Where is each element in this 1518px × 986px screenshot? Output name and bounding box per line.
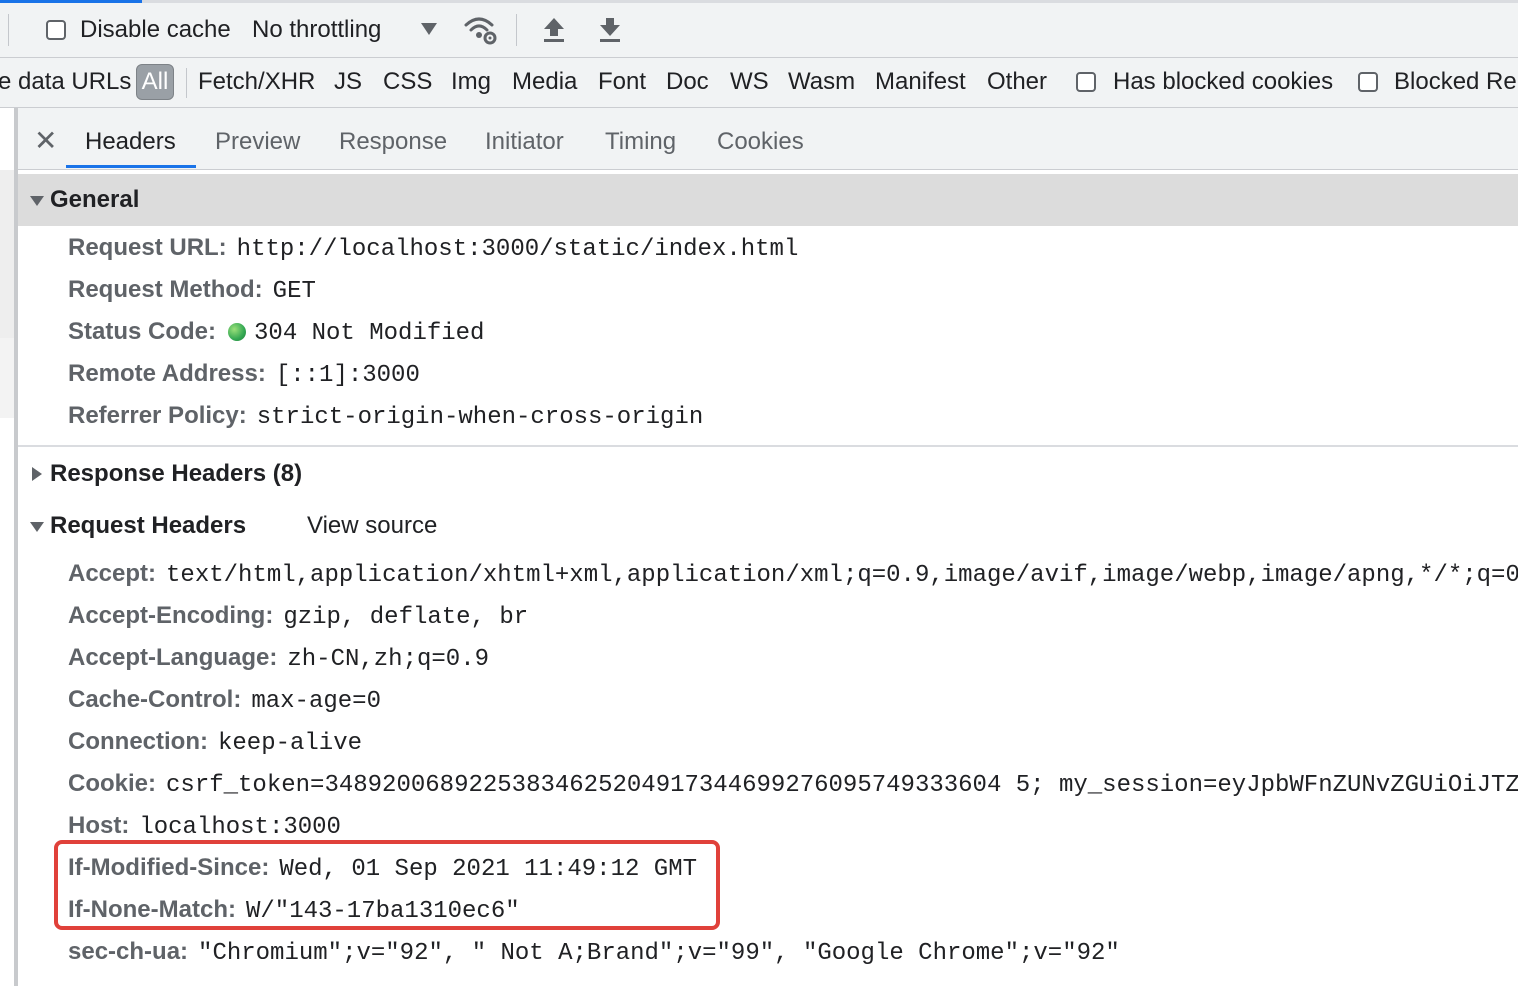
panel-tab-indicator (0, 0, 1518, 3)
filter-type-fetch-xhr[interactable]: Fetch/XHR (198, 68, 315, 96)
filter-type-ws[interactable]: WS (730, 68, 769, 96)
view-source-link[interactable]: View source (307, 512, 437, 540)
general-row-request-url: Request URL: http://localhost:3000/static… (68, 234, 799, 263)
general-row-status-code: Status Code: 304 Not Modified (68, 318, 485, 347)
tab-response[interactable]: Response (339, 128, 447, 156)
filter-type-manifest[interactable]: Manifest (875, 68, 966, 96)
toolbar-separator (516, 14, 517, 46)
request-headers-title[interactable]: Request Headers (50, 512, 246, 540)
filter-type-img[interactable]: Img (451, 68, 491, 96)
request-list-edge (0, 108, 14, 986)
request-header-row: Cache-Control: max-age=0 (68, 686, 381, 715)
request-header-row: Accept-Encoding: gzip, deflate, br (68, 602, 529, 631)
tab-headers[interactable]: Headers (85, 128, 176, 156)
general-row-referrer-policy: Referrer Policy: strict-origin-when-cross… (68, 402, 704, 431)
tab-preview[interactable]: Preview (215, 128, 300, 156)
filter-type-js[interactable]: JS (334, 68, 362, 96)
filter-type-all[interactable]: All (136, 64, 174, 100)
blocked-requests-label[interactable]: Blocked Re (1394, 68, 1517, 96)
import-har-upload-icon[interactable] (542, 16, 566, 44)
filter-type-wasm[interactable]: Wasm (788, 68, 855, 96)
disable-cache-checkbox[interactable] (46, 20, 66, 40)
expanded-triangle-icon[interactable] (30, 196, 44, 206)
network-conditions-wifi-gear-icon[interactable] (464, 14, 500, 46)
general-section-header[interactable]: General (18, 174, 1518, 226)
filter-type-media[interactable]: Media (512, 68, 577, 96)
annotation-highlight-box (54, 840, 720, 930)
hide-data-urls-label[interactable]: e data URLs (0, 68, 131, 96)
network-toolbar: Disable cache No throttling (0, 0, 1518, 58)
request-header-row: Accept: text/html,application/xhtml+xml,a… (68, 560, 1518, 589)
request-header-row: Accept-Language: zh-CN,zh;q=0.9 (68, 644, 489, 673)
general-row-remote-address: Remote Address: [::1]:3000 (68, 360, 420, 389)
request-header-row: Host: localhost:3000 (68, 812, 341, 841)
toolbar-separator (8, 14, 9, 46)
filter-bar: e data URLs All Fetch/XHR JS CSS Img Med… (0, 58, 1518, 108)
request-header-row: Connection: keep-alive (68, 728, 363, 757)
blocked-requests-checkbox[interactable] (1358, 72, 1378, 92)
throttling-select[interactable]: No throttling (252, 16, 381, 44)
active-tab-underline (66, 165, 196, 168)
response-headers-title[interactable]: Response Headers (8) (50, 460, 302, 488)
general-row-request-method: Request Method: GET (68, 276, 316, 305)
collapsed-triangle-icon[interactable] (32, 467, 42, 481)
throttling-dropdown-chevron-icon[interactable] (420, 22, 438, 36)
disable-cache-label[interactable]: Disable cache (80, 16, 231, 44)
request-header-row: Cookie: csrf_token=3489200689225383462520… (68, 770, 1518, 799)
has-blocked-cookies-checkbox[interactable] (1076, 72, 1096, 92)
general-section-title: General (50, 186, 140, 213)
has-blocked-cookies-label[interactable]: Has blocked cookies (1113, 68, 1333, 96)
detail-tabs: ✕ Headers Preview Response Initiator Tim… (18, 108, 1518, 170)
filter-type-font[interactable]: Font (598, 68, 646, 96)
tab-initiator[interactable]: Initiator (485, 128, 564, 156)
tab-timing[interactable]: Timing (605, 128, 676, 156)
close-detail-icon[interactable]: ✕ (34, 124, 57, 157)
request-header-row: sec-ch-ua: "Chromium";v="92", " Not A;Bra… (68, 938, 1120, 967)
filter-type-doc[interactable]: Doc (666, 68, 709, 96)
export-har-download-icon[interactable] (598, 16, 622, 44)
filter-separator (186, 68, 187, 98)
tab-cookies[interactable]: Cookies (717, 128, 804, 156)
section-divider (18, 445, 1518, 447)
expanded-triangle-icon[interactable] (30, 522, 44, 532)
filter-type-other[interactable]: Other (987, 68, 1047, 96)
panel-splitter[interactable] (14, 108, 18, 986)
status-ok-dot-icon (228, 323, 247, 341)
filter-type-css[interactable]: CSS (383, 68, 432, 96)
